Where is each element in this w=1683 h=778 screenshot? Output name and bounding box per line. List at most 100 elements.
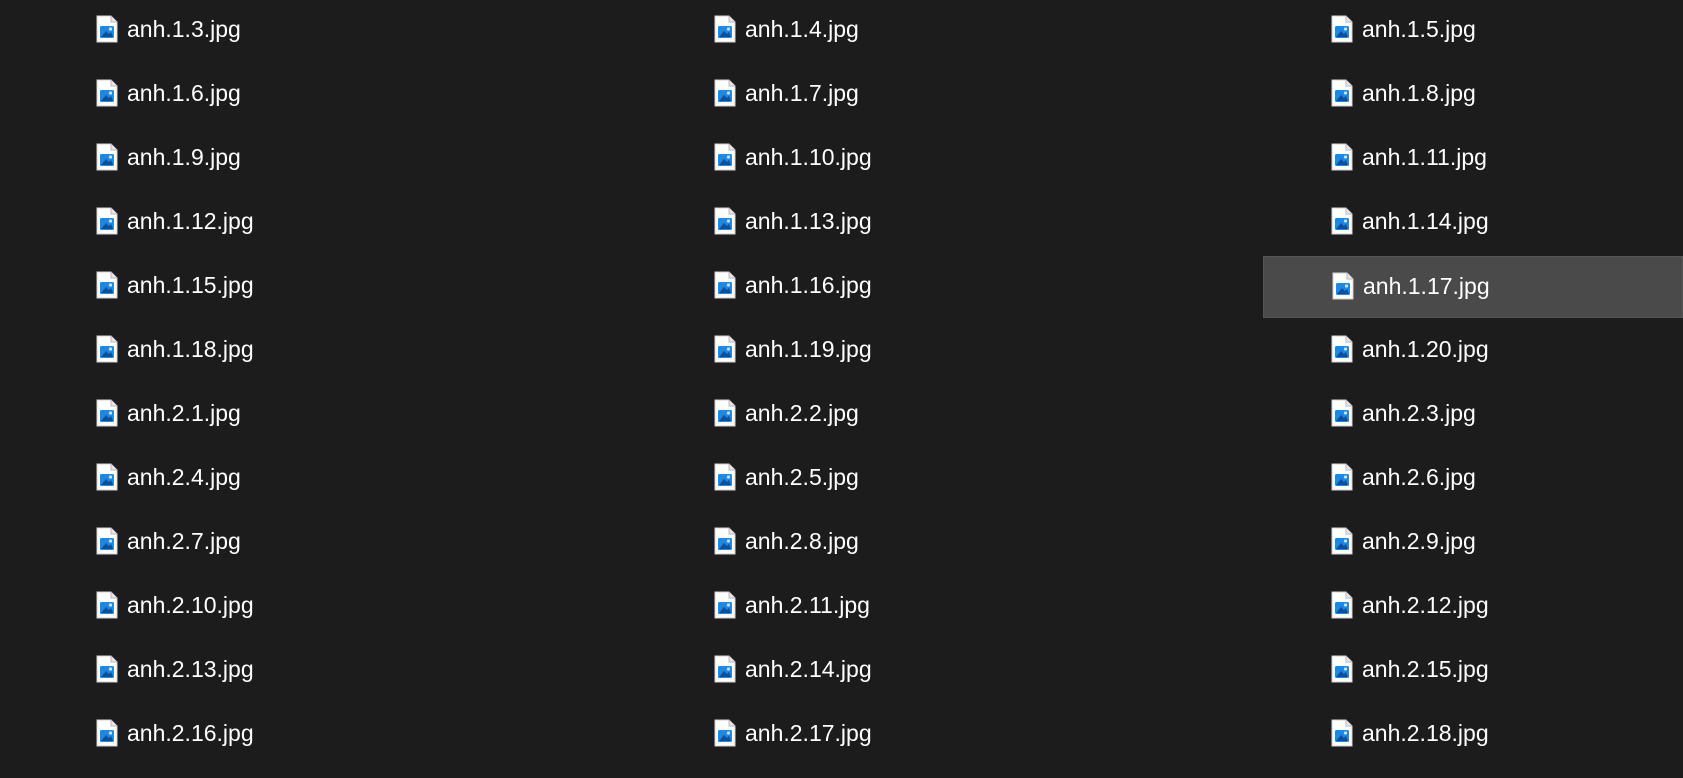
file-item-5[interactable]: anh.1.7.jpg [618,64,1263,126]
file-item-14[interactable]: anh.1.16.jpg [618,256,1263,318]
file-item-36[interactable]: anh.2.18.jpg [1263,704,1683,766]
file-item-17[interactable]: anh.1.19.jpg [618,320,1263,382]
file-name: anh.1.12.jpg [127,208,254,234]
image-file-icon [96,399,118,427]
image-file-icon [96,655,118,683]
file-item-selected-15[interactable]: anh.1.17.jpg [1263,256,1683,318]
file-item-18[interactable]: anh.1.20.jpg [1263,320,1683,382]
file-item-7[interactable]: anh.1.9.jpg [0,128,618,190]
image-file-icon [96,463,118,491]
file-item-26[interactable]: anh.2.8.jpg [618,512,1263,574]
file-item-13[interactable]: anh.1.15.jpg [0,256,618,318]
file-name: anh.1.5.jpg [1362,16,1476,42]
file-item-12[interactable]: anh.1.14.jpg [1263,192,1683,254]
image-file-icon [1331,719,1353,747]
image-file-icon [96,79,118,107]
file-item-23[interactable]: anh.2.5.jpg [618,448,1263,510]
image-file-icon [96,591,118,619]
file-name: anh.1.11.jpg [1362,144,1487,170]
image-file-icon [714,463,736,491]
file-name: anh.2.2.jpg [745,400,859,426]
file-item-27[interactable]: anh.2.9.jpg [1263,512,1683,574]
file-item-29[interactable]: anh.2.11.jpg [618,576,1263,638]
file-name: anh.1.17.jpg [1363,273,1490,299]
image-file-icon [96,719,118,747]
file-item-4[interactable]: anh.1.6.jpg [0,64,618,126]
file-item-16[interactable]: anh.1.18.jpg [0,320,618,382]
file-name: anh.2.10.jpg [127,592,254,618]
image-file-icon [1332,272,1354,300]
file-name: anh.2.4.jpg [127,464,241,490]
file-item-33[interactable]: anh.2.15.jpg [1263,640,1683,702]
image-file-icon [714,655,736,683]
image-file-icon [1331,143,1353,171]
image-file-icon [714,271,736,299]
file-item-19[interactable]: anh.2.1.jpg [0,384,618,446]
file-list: anh.1.3.jpg anh.1.4.jpg anh.1.5.jpg anh.… [0,0,1683,778]
image-file-icon [714,207,736,235]
file-item-28[interactable]: anh.2.10.jpg [0,576,618,638]
image-file-icon [1331,463,1353,491]
file-name: anh.1.14.jpg [1362,208,1489,234]
file-item-6[interactable]: anh.1.8.jpg [1263,64,1683,126]
image-file-icon [1331,399,1353,427]
file-name: anh.1.4.jpg [745,16,859,42]
file-name: anh.2.7.jpg [127,528,241,554]
image-file-icon [1331,527,1353,555]
image-file-icon [96,207,118,235]
file-name: anh.1.6.jpg [127,80,241,106]
file-item-25[interactable]: anh.2.7.jpg [0,512,618,574]
file-item-9[interactable]: anh.1.11.jpg [1263,128,1683,190]
file-item-31[interactable]: anh.2.13.jpg [0,640,618,702]
file-item-30[interactable]: anh.2.12.jpg [1263,576,1683,638]
file-name: anh.2.13.jpg [127,656,254,682]
image-file-icon [96,15,118,43]
image-file-icon [714,143,736,171]
image-file-icon [714,527,736,555]
file-name: anh.2.3.jpg [1362,400,1476,426]
file-name: anh.1.8.jpg [1362,80,1476,106]
file-name: anh.2.8.jpg [745,528,859,554]
file-item-21[interactable]: anh.2.3.jpg [1263,384,1683,446]
file-name: anh.1.13.jpg [745,208,872,234]
file-item-2[interactable]: anh.1.4.jpg [618,0,1263,62]
file-item-8[interactable]: anh.1.10.jpg [618,128,1263,190]
file-name: anh.2.17.jpg [745,720,872,746]
file-name: anh.1.15.jpg [127,272,254,298]
image-file-icon [96,271,118,299]
file-name: anh.1.3.jpg [127,16,241,42]
image-file-icon [1331,79,1353,107]
file-name: anh.1.9.jpg [127,144,241,170]
image-file-icon [1331,591,1353,619]
file-name: anh.1.7.jpg [745,80,859,106]
file-name: anh.2.6.jpg [1362,464,1476,490]
image-file-icon [96,143,118,171]
file-item-24[interactable]: anh.2.6.jpg [1263,448,1683,510]
image-file-icon [714,591,736,619]
image-file-icon [1331,15,1353,43]
file-name: anh.1.18.jpg [127,336,254,362]
file-name: anh.1.19.jpg [745,336,872,362]
file-name: anh.1.16.jpg [745,272,872,298]
file-item-11[interactable]: anh.1.13.jpg [618,192,1263,254]
file-item-3[interactable]: anh.1.5.jpg [1263,0,1683,62]
image-file-icon [1331,335,1353,363]
file-name: anh.1.10.jpg [745,144,872,170]
image-file-icon [1331,207,1353,235]
file-item-1[interactable]: anh.1.3.jpg [0,0,618,62]
file-name: anh.2.1.jpg [127,400,241,426]
file-name: anh.2.11.jpg [745,592,870,618]
file-item-22[interactable]: anh.2.4.jpg [0,448,618,510]
image-file-icon [714,335,736,363]
file-item-35[interactable]: anh.2.17.jpg [618,704,1263,766]
file-name: anh.2.15.jpg [1362,656,1489,682]
image-file-icon [96,335,118,363]
image-file-icon [1331,655,1353,683]
file-item-34[interactable]: anh.2.16.jpg [0,704,618,766]
file-item-20[interactable]: anh.2.2.jpg [618,384,1263,446]
file-name: anh.2.9.jpg [1362,528,1476,554]
image-file-icon [714,719,736,747]
file-item-32[interactable]: anh.2.14.jpg [618,640,1263,702]
file-name: anh.2.5.jpg [745,464,859,490]
file-item-10[interactable]: anh.1.12.jpg [0,192,618,254]
